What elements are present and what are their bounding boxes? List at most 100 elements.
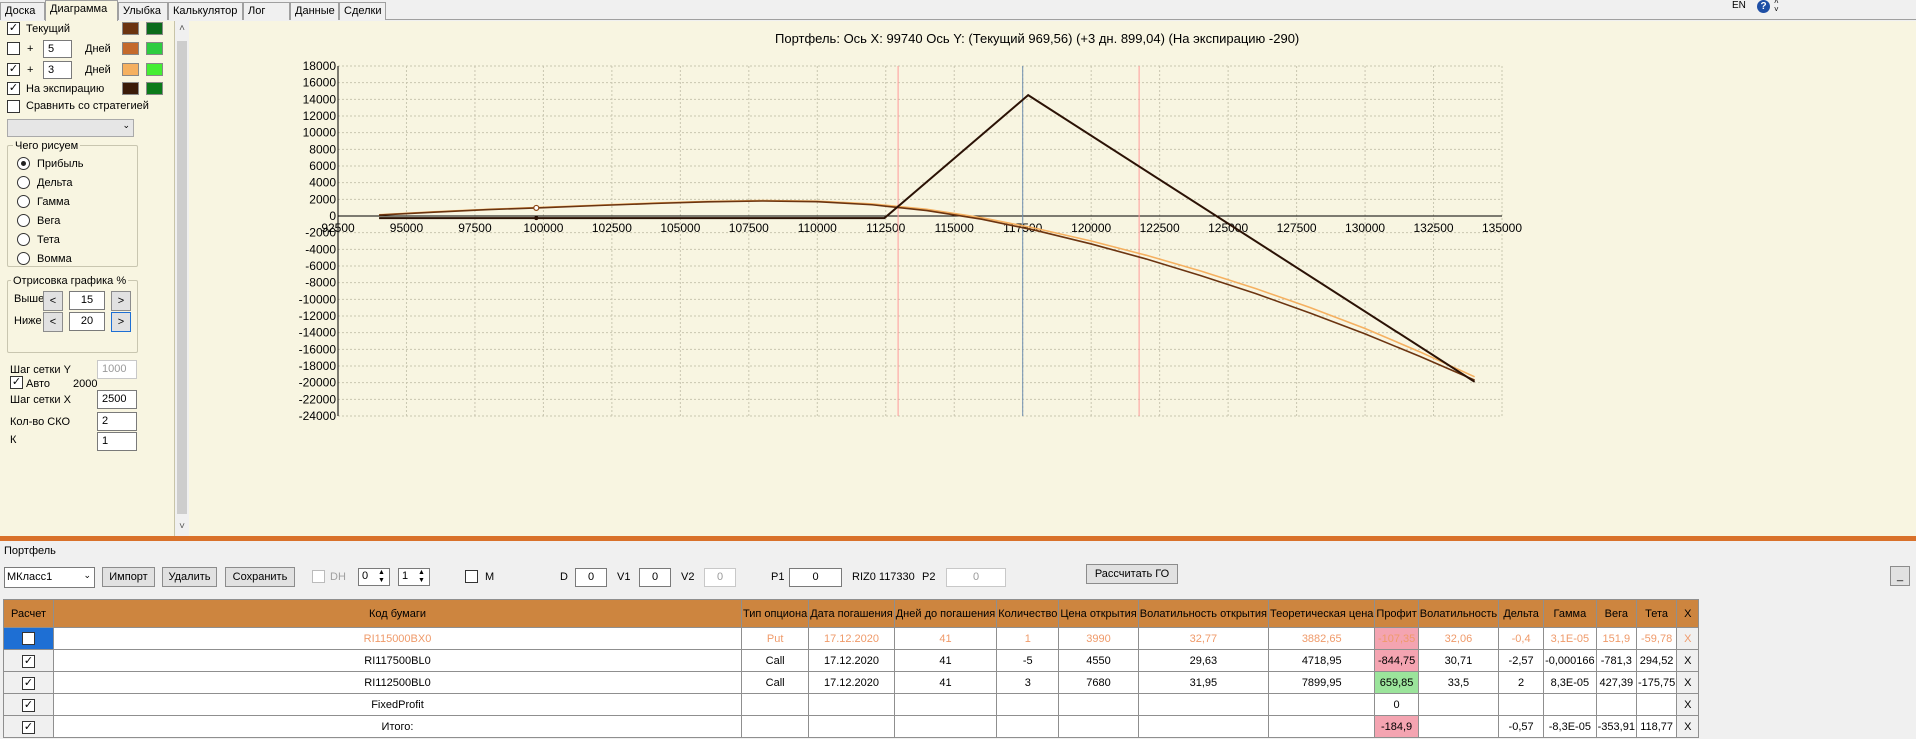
curve-checkbox-1[interactable] [7,42,20,55]
column-header[interactable]: Тип опциона [740,599,810,628]
collapse-button[interactable]: _ [1890,566,1910,586]
calc-cell[interactable]: ✓ [3,693,54,716]
days-field[interactable]: 3 [43,61,72,79]
column-header[interactable]: Цена открытия [1058,599,1139,628]
column-header[interactable]: X [1676,599,1700,628]
scroll-up-icon[interactable]: ˄ [175,23,189,34]
column-header[interactable]: Теоретическая цена [1267,599,1376,628]
column-header[interactable]: Код бумаги [53,599,742,628]
payoff-chart[interactable]: 18000 16000 14000 12000 10000 8000 6000 4000 200… [189,21,1916,536]
table-row[interactable]: RI115000BX0 Put 17.12.2020 41 1 3990 32,77 3882… [3,627,1700,650]
tab-4[interactable]: Лог [243,2,290,20]
curve-checkbox-2[interactable]: ✓ [7,63,20,76]
calc-checkbox[interactable]: ✓ [22,721,35,734]
left-panel-scrollbar[interactable]: ˄ ˅ [175,21,189,536]
column-header[interactable]: Волатильность [1417,599,1500,628]
radio-2[interactable] [17,195,30,208]
dh-checkbox[interactable] [312,570,325,583]
column-header[interactable]: Профит [1374,599,1419,628]
column-header[interactable]: Тета [1635,599,1678,628]
table-row[interactable]: ✓ Итого: -184,9 -0,57 -8,3E-05 -353,91 118,77 X [3,715,1700,738]
cut-field[interactable]: 1 [97,432,137,451]
sko-field[interactable]: 2 [97,412,137,431]
spin1-field[interactable]: 0 [358,568,390,586]
scroll-thumb[interactable] [177,41,187,514]
v2-field[interactable]: 0 [704,568,736,587]
calc-checkbox[interactable]: ✓ [22,677,35,690]
tab-0[interactable]: Доска [0,2,45,20]
above-decrease-button[interactable]: < [43,291,63,311]
remove-row-button[interactable]: X [1676,671,1700,694]
column-header[interactable]: Расчет [3,599,54,628]
grid-y-field[interactable]: 1000 [97,360,137,379]
column-header[interactable]: Дельта [1498,599,1545,628]
chevron-updown-icon[interactable]: ˄ ˅ [1774,0,1779,14]
import-button[interactable]: Импорт [102,567,155,587]
spin1-arrows-icon[interactable]: ▲ ▼ [378,569,385,585]
language-selector[interactable]: EN ? ˄ ˅ [1732,0,1780,14]
column-header[interactable]: Дней до погашения [893,599,998,628]
color-swatch[interactable] [146,42,163,55]
calc-checkbox[interactable]: ✓ [22,655,35,668]
remove-row-button[interactable]: X [1676,715,1700,738]
color-swatch[interactable] [122,42,139,55]
table-row[interactable]: ✓ RI112500BL0 Call 17.12.2020 41 3 7680 31,95 78… [3,671,1700,694]
tab-2[interactable]: Улыбка [118,2,168,20]
column-header[interactable]: Гамма [1543,599,1597,628]
calc-checkbox[interactable] [22,631,35,645]
curve-checkbox-0[interactable]: ✓ [7,22,20,35]
column-header[interactable]: Дата погашения [808,599,895,628]
column-header[interactable]: Количество [996,599,1060,628]
calc-cell[interactable] [3,627,54,650]
calc-cell[interactable]: ✓ [3,649,54,672]
scroll-down-icon[interactable]: ˅ [175,521,189,532]
table-row[interactable]: ✓ FixedProfit 0 X [3,693,1700,716]
color-swatch[interactable] [122,22,139,35]
table-row[interactable]: ✓ RI117500BL0 Call 17.12.2020 41 -5 4550 29,63 4… [3,649,1700,672]
calc-cell[interactable]: ✓ [3,715,54,738]
auto-checkbox[interactable]: ✓ [10,376,23,389]
radio-5[interactable] [17,252,30,265]
help-icon[interactable]: ? [1757,0,1770,13]
calc-cell[interactable]: ✓ [3,671,54,694]
column-header[interactable]: Волатильность открытия [1137,599,1269,628]
tab-6[interactable]: Сделки [339,2,386,20]
radio-4[interactable] [17,233,30,246]
radio-0[interactable] [17,157,30,170]
remove-row-button[interactable]: X [1676,649,1700,672]
below-decrease-button[interactable]: < [43,312,63,332]
color-swatch[interactable] [146,63,163,76]
d-field[interactable]: 0 [575,568,607,587]
spin2-arrows-icon[interactable]: ▲ ▼ [418,569,425,585]
delete-button[interactable]: Удалить [162,567,217,587]
tab-3[interactable]: Калькулятор [168,2,243,20]
remove-row-button[interactable]: X [1676,693,1700,716]
save-button[interactable]: Сохранить [225,567,295,587]
color-swatch[interactable] [146,22,163,35]
m-checkbox[interactable] [465,570,478,583]
calc-go-button[interactable]: Рассчитать ГО [1086,564,1178,584]
radio-3[interactable] [17,214,30,227]
calc-checkbox[interactable]: ✓ [22,699,35,712]
color-swatch[interactable] [122,63,139,76]
remove-row-button[interactable]: X [1676,627,1700,650]
above-value-field[interactable]: 15 [69,291,105,310]
compare-checkbox[interactable] [7,100,20,113]
p1-field[interactable]: 0 [789,568,842,587]
spin2-field[interactable]: 1 [398,568,430,586]
tab-1[interactable]: Диаграмма [45,0,118,21]
color-swatch[interactable] [146,82,163,95]
days-field[interactable]: 5 [43,40,72,58]
tab-5[interactable]: Данные [290,2,339,20]
class-select[interactable]: МКласс1 ⌄ [4,567,95,588]
below-value-field[interactable]: 20 [69,312,105,331]
compare-strategy-select[interactable]: ⌄ [7,119,134,137]
above-increase-button[interactable]: > [111,291,131,311]
p2-field[interactable]: 0 [946,568,1006,587]
below-increase-button[interactable]: > [111,312,131,332]
color-swatch[interactable] [122,82,139,95]
v1-field[interactable]: 0 [639,568,671,587]
radio-1[interactable] [17,176,30,189]
column-header[interactable]: Вега [1595,599,1637,628]
grid-x-field[interactable]: 2500 [97,390,137,409]
